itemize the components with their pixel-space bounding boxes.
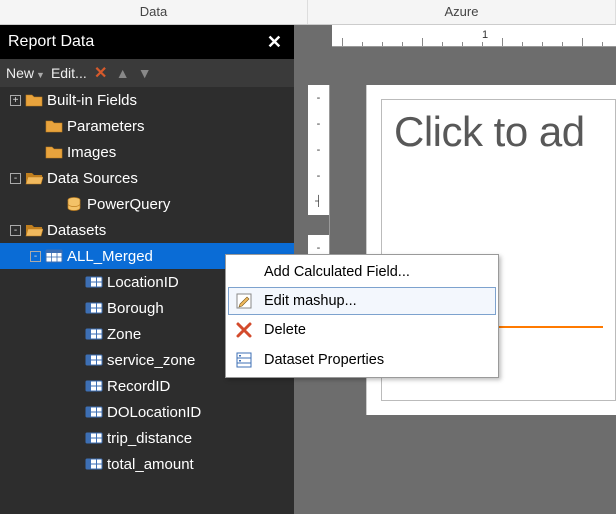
- tab-azure[interactable]: Azure: [308, 0, 616, 24]
- field-icon: [85, 326, 103, 342]
- expand-icon: [50, 199, 61, 210]
- expand-icon[interactable]: -: [10, 173, 21, 184]
- close-icon[interactable]: ✕: [263, 32, 286, 53]
- tree-node-label: service_zone: [107, 352, 195, 369]
- tree-node-label: trip_distance: [107, 430, 192, 447]
- horizontal-ruler: 1: [332, 25, 616, 47]
- expand-icon: [70, 433, 81, 444]
- field-icon: [85, 430, 103, 446]
- ruler-tick: 1: [482, 29, 488, 41]
- new-button[interactable]: New▼: [6, 65, 45, 81]
- delete-icon[interactable]: ✕: [93, 65, 109, 81]
- panel-toolbar: New▼ Edit... ✕ ▲ ▼: [0, 59, 294, 87]
- props-icon: [234, 350, 254, 370]
- folder-open-icon: [25, 170, 43, 186]
- tab-data[interactable]: Data: [0, 0, 308, 24]
- tree-node-label: Parameters: [67, 118, 145, 135]
- ctx-item-label: Add Calculated Field...: [264, 264, 410, 280]
- tree-node-label: Zone: [107, 326, 141, 343]
- title-placeholder[interactable]: Click to ad: [394, 108, 603, 156]
- tree-node-label: DOLocationID: [107, 404, 201, 421]
- folder-icon: [45, 118, 63, 134]
- tree-node-label: Datasets: [47, 222, 106, 239]
- expand-icon: [70, 381, 81, 392]
- panel-title: Report Data: [8, 33, 263, 51]
- folder-open-icon: [25, 222, 43, 238]
- tree-node-datasources[interactable]: - Data Sources: [0, 165, 294, 191]
- expand-icon: [70, 277, 81, 288]
- tree-node-label: LocationID: [107, 274, 179, 291]
- edit-button[interactable]: Edit...: [51, 65, 87, 81]
- ctx-item-label: Delete: [264, 322, 306, 338]
- tree-node-builtinfields[interactable]: + Built-in Fields: [0, 87, 294, 113]
- tree-node-powerquery[interactable]: PowerQuery: [0, 191, 294, 217]
- move-down-icon[interactable]: ▼: [137, 65, 153, 81]
- tree-node-label: Built-in Fields: [47, 92, 137, 109]
- tree-node-label: ALL_Merged: [67, 248, 153, 265]
- tree-node-label: RecordID: [107, 378, 170, 395]
- tree-node-tripdistance[interactable]: trip_distance: [0, 425, 294, 451]
- expand-icon: [70, 355, 81, 366]
- expand-icon: [70, 303, 81, 314]
- expand-icon: [30, 147, 41, 158]
- expand-icon[interactable]: +: [10, 95, 21, 106]
- expand-icon: [30, 121, 41, 132]
- ctx-item-label: Edit mashup...: [264, 293, 357, 309]
- tree-node-totalamount[interactable]: total_amount: [0, 451, 294, 477]
- tree-node-label: Borough: [107, 300, 164, 317]
- datasource-icon: [65, 196, 83, 212]
- ctx-dsprops[interactable]: Dataset Properties: [228, 345, 496, 375]
- expand-icon: [70, 407, 81, 418]
- folder-icon: [25, 92, 43, 108]
- field-icon: [85, 352, 103, 368]
- expand-icon[interactable]: -: [30, 251, 41, 262]
- field-icon: [85, 300, 103, 316]
- expand-icon: [70, 459, 81, 470]
- delete-icon: [234, 320, 254, 340]
- field-icon: [85, 456, 103, 472]
- context-menu: Add Calculated Field... Edit mashup... Del…: [225, 254, 499, 378]
- tree-node-label: Data Sources: [47, 170, 138, 187]
- blank-icon: [234, 262, 254, 282]
- ctx-editmashup[interactable]: Edit mashup...: [228, 287, 496, 315]
- expand-icon: [70, 329, 81, 340]
- field-icon: [85, 404, 103, 420]
- tree-node-dolocationid[interactable]: DOLocationID: [0, 399, 294, 425]
- tree-node-label: total_amount: [107, 456, 194, 473]
- edit-icon: [234, 291, 254, 311]
- ribbon-tabs: Data Azure: [0, 0, 616, 25]
- panel-header: Report Data ✕: [0, 25, 294, 59]
- ctx-addcalc[interactable]: Add Calculated Field...: [228, 257, 496, 287]
- dataset-icon: [45, 248, 63, 264]
- tree-node-parameters[interactable]: Parameters: [0, 113, 294, 139]
- expand-icon[interactable]: -: [10, 225, 21, 236]
- tree-node-label: Images: [67, 144, 116, 161]
- tree-node-images[interactable]: Images: [0, 139, 294, 165]
- move-up-icon[interactable]: ▲: [115, 65, 131, 81]
- ctx-delete[interactable]: Delete: [228, 315, 496, 345]
- field-icon: [85, 274, 103, 290]
- tree-node-datasets[interactable]: - Datasets: [0, 217, 294, 243]
- tree-node-label: PowerQuery: [87, 196, 170, 213]
- folder-icon: [45, 144, 63, 160]
- field-icon: [85, 378, 103, 394]
- ctx-item-label: Dataset Properties: [264, 352, 384, 368]
